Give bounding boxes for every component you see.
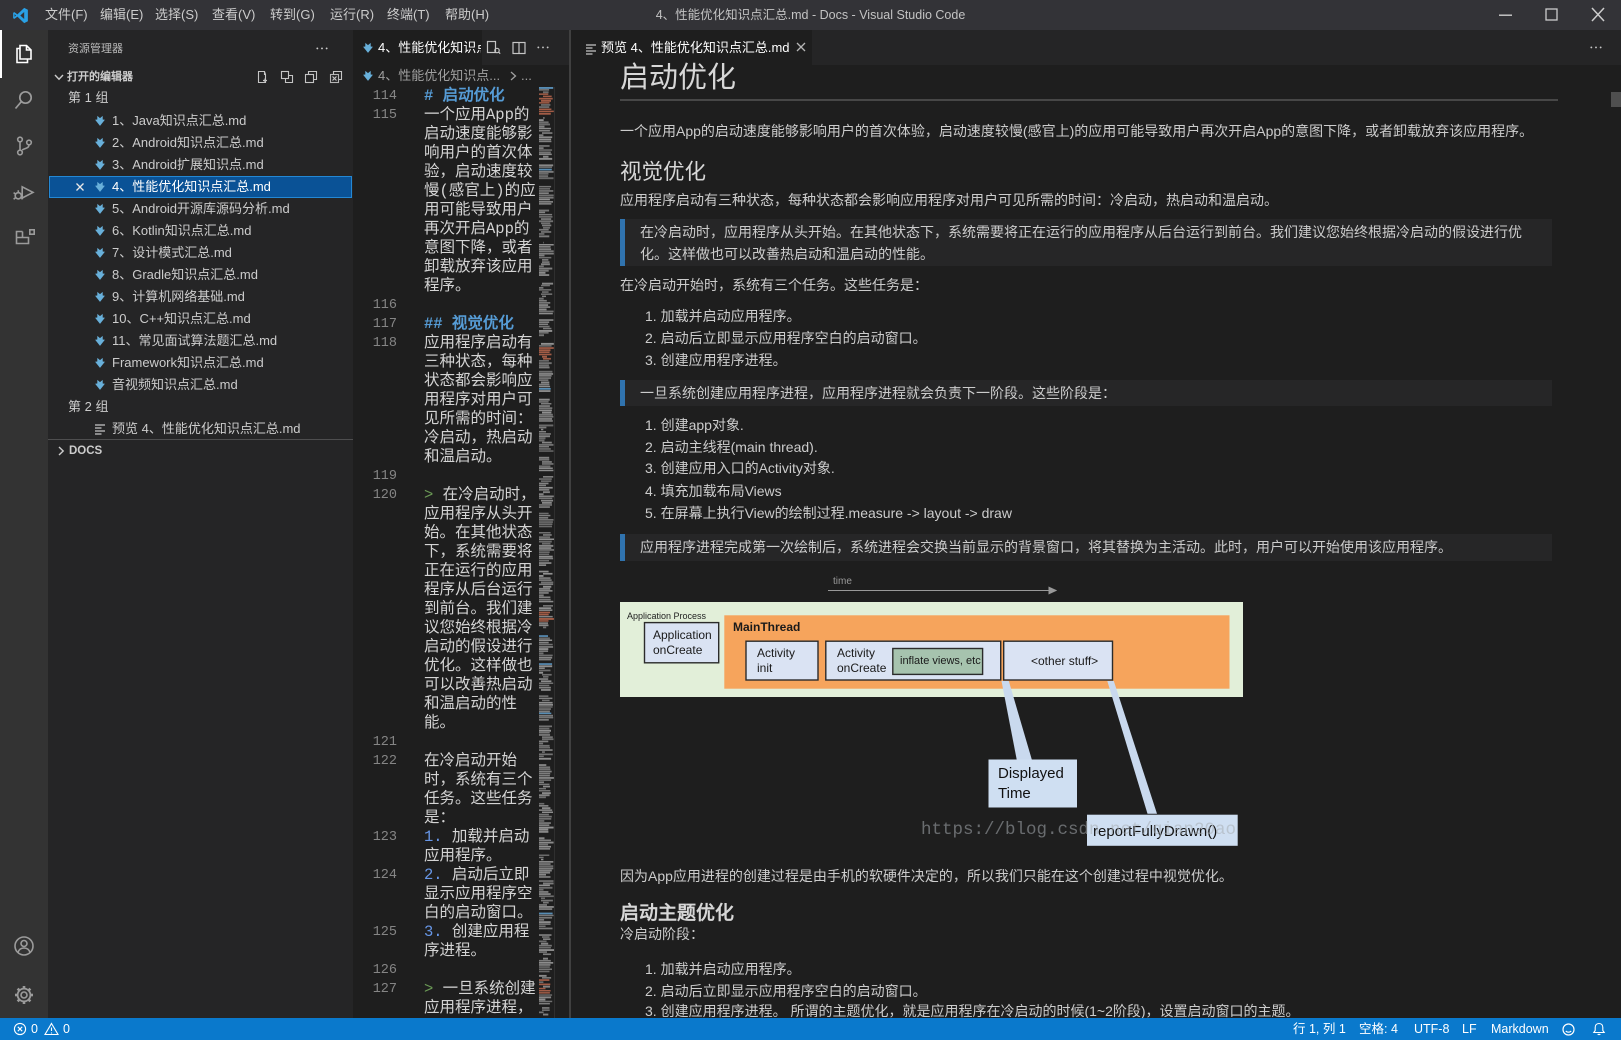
svg-text:onCreate: onCreate xyxy=(837,661,887,675)
svg-text:inflate views, etc: inflate views, etc xyxy=(900,655,981,667)
svg-text:time: time xyxy=(833,576,852,587)
svg-text:MainThread: MainThread xyxy=(733,620,800,634)
svg-text:Application: Application xyxy=(653,628,712,642)
svg-text:Activity: Activity xyxy=(837,646,875,660)
svg-text:Displayed: Displayed xyxy=(998,765,1064,782)
svg-text:Time: Time xyxy=(998,785,1031,802)
svg-text:<other stuff>: <other stuff> xyxy=(1031,654,1098,668)
svg-text:onCreate: onCreate xyxy=(653,643,703,657)
svg-text:Activity: Activity xyxy=(757,646,795,660)
svg-text:init: init xyxy=(757,661,773,675)
svg-text:Application Process: Application Process xyxy=(627,611,707,621)
